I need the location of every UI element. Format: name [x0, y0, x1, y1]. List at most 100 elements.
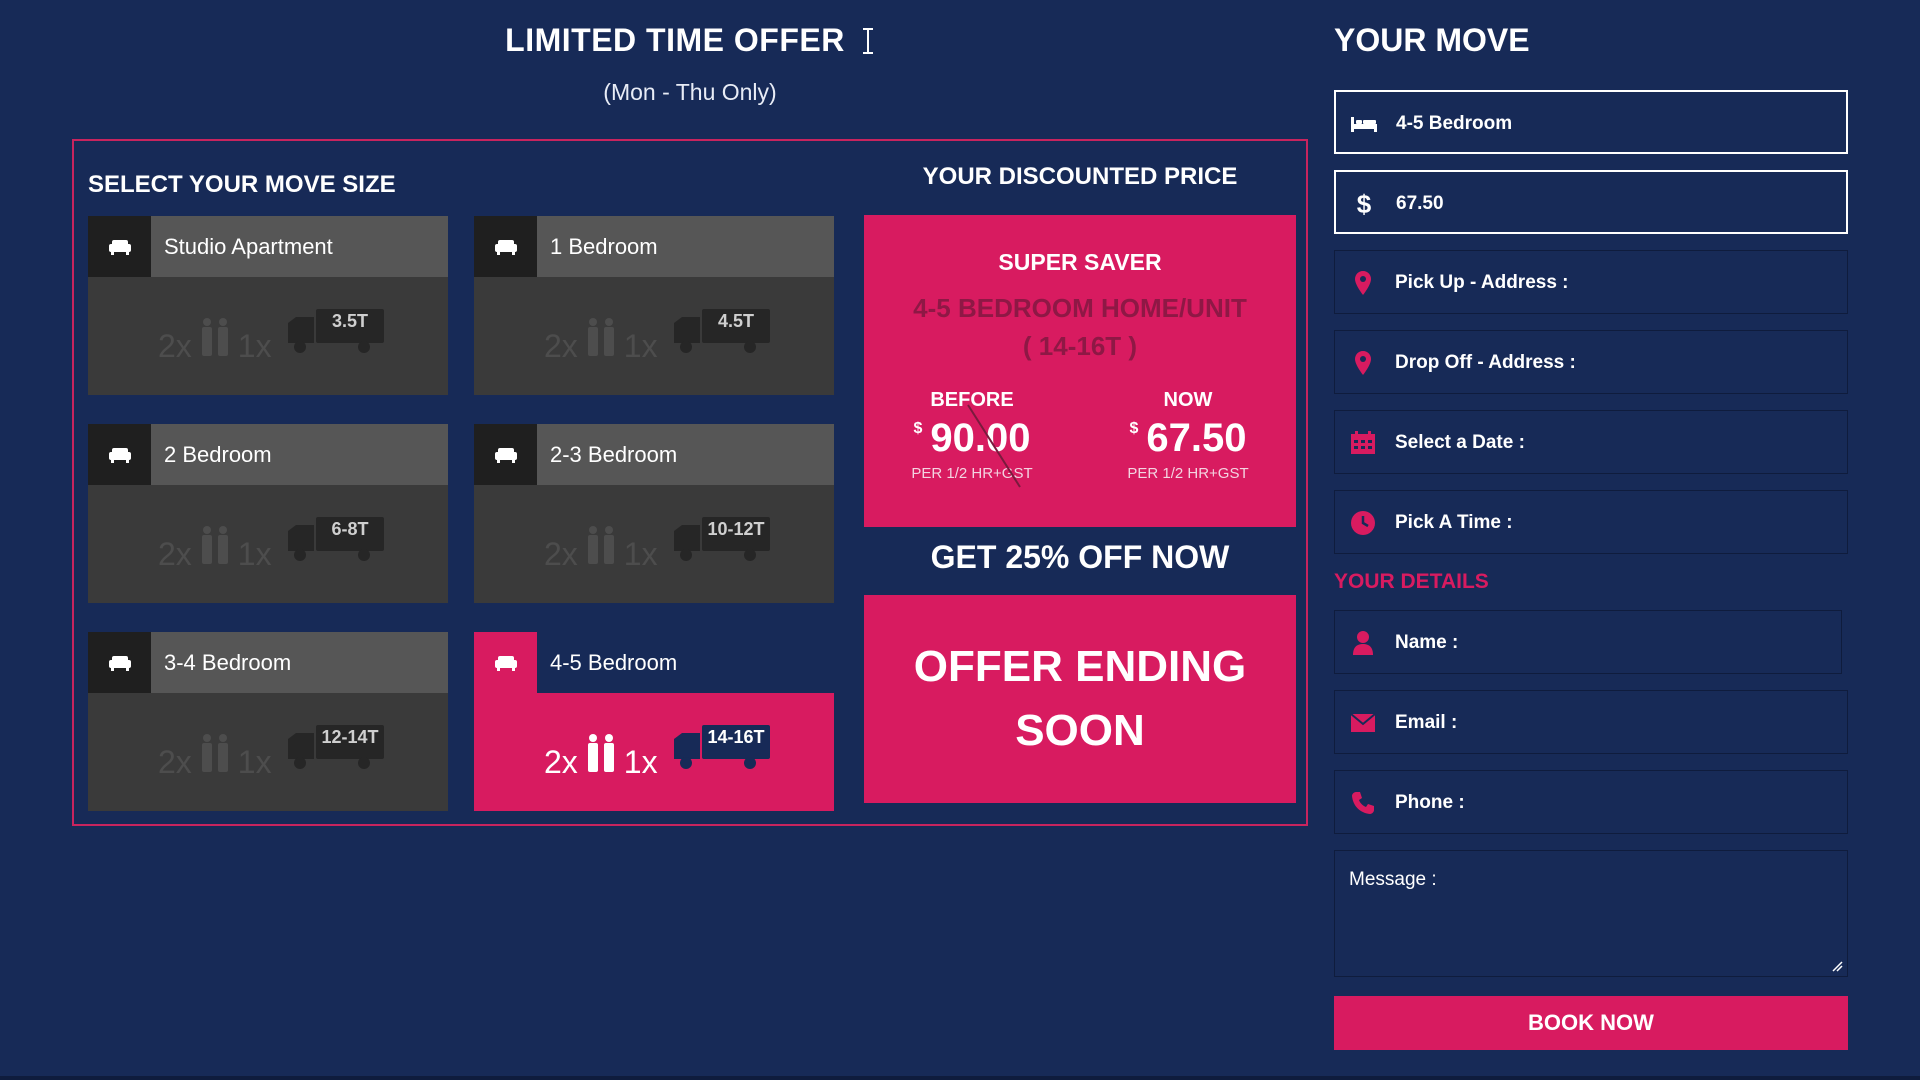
price-now: NOW $67.50 PER 1/2 HR+GST [1080, 389, 1296, 482]
calendar-icon [1349, 429, 1377, 457]
email-placeholder: Email : [1395, 712, 1458, 733]
move-size-label: 3-4 Bedroom [164, 650, 292, 675]
crew-count: 2x [158, 328, 192, 364]
move-size-option-2-3-bedroom[interactable]: 2-3 Bedroom 2x 1x 10-12T [474, 424, 834, 603]
your-move-title: YOUR MOVE [1334, 22, 1530, 58]
truck-size-label: 12-14T [321, 727, 379, 747]
text-cursor-icon [861, 26, 875, 63]
time-field[interactable]: Pick A Time : [1334, 490, 1848, 554]
discount-headline: GET 25% OFF NOW [930, 539, 1230, 575]
dollar-icon: $ [1350, 188, 1378, 219]
card-body: 2x 1x 10-12T [474, 485, 834, 603]
now-price-value: 67.50 [1146, 416, 1247, 460]
move-size-option-4-5-bedroom[interactable]: 4-5 Bedroom 2x 1x 14-16T [474, 632, 834, 811]
book-now-button[interactable]: BOOK NOW [1334, 996, 1848, 1050]
two-people-icon [198, 733, 232, 781]
offer-ending-text: OFFER ENDING SOON [913, 642, 1247, 755]
discounted-price-title: YOUR DISCOUNTED PRICE [922, 163, 1238, 190]
truck-count: 1x [623, 328, 658, 364]
dropoff-address-field[interactable]: Drop Off - Address : [1334, 330, 1848, 394]
price-field[interactable]: $ 67.50 [1334, 170, 1848, 234]
super-saver-label: SUPER SAVER [998, 249, 1162, 275]
sofa-icon [88, 216, 151, 277]
crew-count: 2x [158, 744, 192, 780]
now-price: $67.50 [1080, 416, 1296, 461]
card-body: 2x 1x 12-14T [88, 693, 448, 811]
phone-icon [1349, 789, 1377, 817]
now-note: PER 1/2 HR+GST [1127, 465, 1249, 482]
crew-count: 2x [544, 328, 578, 364]
page-bottom-border [0, 1076, 1920, 1080]
two-people-icon [584, 733, 618, 781]
now-label: NOW [1163, 389, 1213, 411]
crew-count: 2x [158, 536, 192, 572]
move-size-option-3-4-bedroom[interactable]: 3-4 Bedroom 2x 1x 12-14T [88, 632, 448, 811]
crew-indicator: 2x 1x [544, 733, 658, 781]
email-field[interactable]: Email : [1334, 690, 1848, 754]
move-size-label: 4-5 Bedroom [550, 650, 678, 675]
move-size-option-studio[interactable]: Studio Apartment 2x 1x 3.5T [88, 216, 448, 395]
truck-count: 1x [237, 328, 272, 364]
move-size-option-2-bedroom[interactable]: 2 Bedroom 2x 1x 6-8T [88, 424, 448, 603]
pickup-address-field[interactable]: Pick Up - Address : [1334, 250, 1848, 314]
truck-size-label: 3.5T [331, 311, 369, 331]
sofa-icon [474, 216, 537, 277]
truck-size-label: 6-8T [331, 519, 369, 539]
crew-indicator: 2x 1x [158, 733, 272, 781]
two-people-icon [584, 317, 618, 365]
date-placeholder: Select a Date : [1395, 432, 1525, 453]
crew-indicator: 2x 1x [158, 525, 272, 573]
before-currency: $ [913, 420, 923, 437]
two-people-icon [198, 317, 232, 365]
crew-count: 2x [544, 744, 578, 780]
dropoff-placeholder: Drop Off - Address : [1395, 352, 1576, 373]
time-placeholder: Pick A Time : [1395, 512, 1513, 533]
move-size-option-1-bedroom[interactable]: 1 Bedroom 2x 1x 4.5T [474, 216, 834, 395]
sofa-icon [88, 632, 151, 693]
offer-subtitle: (Mon - Thu Only) [603, 79, 777, 105]
two-people-icon [584, 525, 618, 573]
resize-handle-icon[interactable] [1831, 960, 1843, 972]
name-placeholder: Name : [1395, 632, 1459, 653]
move-size-field[interactable]: 4-5 Bedroom [1334, 90, 1848, 154]
phone-field[interactable]: Phone : [1334, 770, 1848, 834]
truck-size-label: 10-12T [707, 519, 765, 539]
card-body: 2x 1x 4.5T [474, 277, 834, 395]
map-pin-icon [1349, 269, 1377, 297]
selected-home-label: 4-5 BEDROOM HOME/UNIT ( 14-16T ) [864, 289, 1296, 365]
move-size-title: SELECT YOUR MOVE SIZE [88, 171, 396, 198]
sofa-icon [88, 424, 151, 485]
crew-indicator: 2x 1x [544, 317, 658, 365]
clock-icon [1349, 509, 1377, 537]
truck-size-label: 4.5T [717, 311, 755, 331]
two-people-icon [198, 525, 232, 573]
now-currency: $ [1129, 420, 1139, 437]
crew-indicator: 2x 1x [158, 317, 272, 365]
crew-indicator: 2x 1x [544, 525, 658, 573]
offer-panel: SELECT YOUR MOVE SIZE Studio Apartment 2… [72, 139, 1308, 826]
name-field[interactable]: Name : [1334, 610, 1842, 674]
move-size-label: 2-3 Bedroom [550, 442, 678, 467]
offer-title-text: LIMITED TIME OFFER [505, 22, 845, 58]
move-size-label: 1 Bedroom [550, 234, 658, 259]
card-body: 2x 1x 6-8T [88, 485, 448, 603]
card-body: 2x 1x 14-16T [474, 693, 834, 811]
truck-count: 1x [623, 536, 658, 572]
strikethrough-line [967, 404, 1021, 488]
user-icon [1349, 629, 1377, 657]
pickup-placeholder: Pick Up - Address : [1395, 272, 1569, 293]
home-size-line: 4-5 BEDROOM HOME/UNIT [913, 293, 1247, 323]
super-saver-box: SUPER SAVER 4-5 BEDROOM HOME/UNIT ( 14-1… [864, 215, 1296, 527]
your-details-title: YOUR DETAILS [1334, 570, 1489, 593]
bed-icon [1350, 110, 1378, 138]
map-pin-icon [1349, 349, 1377, 377]
message-field[interactable]: Message : [1334, 850, 1848, 977]
price-symbol: $ [1356, 188, 1372, 219]
move-size-value: 4-5 Bedroom [1396, 113, 1513, 134]
offer-ending-banner: OFFER ENDING SOON [864, 595, 1296, 803]
price-value: 67.50 [1396, 193, 1444, 214]
date-field[interactable]: Select a Date : [1334, 410, 1848, 474]
truck-size-line: ( 14-16T ) [1022, 331, 1138, 361]
envelope-icon [1349, 709, 1377, 737]
move-size-label: 2 Bedroom [164, 442, 272, 467]
